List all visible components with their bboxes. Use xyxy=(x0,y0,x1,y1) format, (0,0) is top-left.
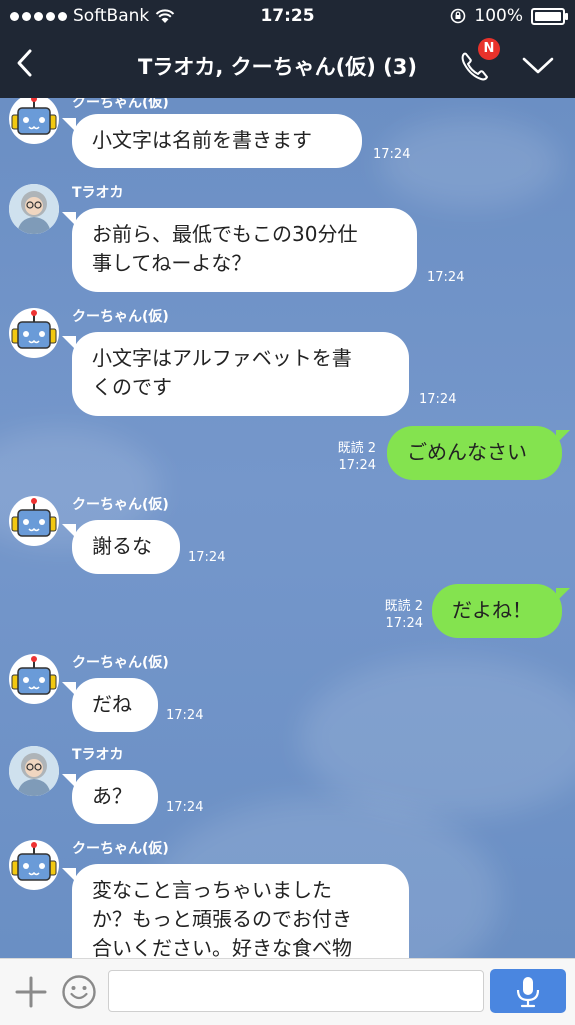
message-row: クーちゃん(仮) 謝るな 17:24 xyxy=(0,494,575,578)
plus-icon[interactable] xyxy=(14,975,48,1009)
microphone-icon xyxy=(516,977,540,1008)
back-icon[interactable] xyxy=(10,46,44,80)
avatar[interactable] xyxy=(9,496,59,546)
message-time: 17:24 xyxy=(385,616,423,631)
avatar[interactable] xyxy=(9,308,59,358)
message-input-bar xyxy=(0,958,575,1025)
message-row: Tラオカ あ？ 17:24 xyxy=(0,744,575,828)
message-row: Tラオカ お前ら、最低でもこの30分仕 事してねーよな？ 17:24 xyxy=(0,182,575,294)
avatar[interactable] xyxy=(9,184,59,234)
message-bubble[interactable]: あ？ xyxy=(72,770,158,824)
chat-title: Tラオカ, クーちゃん(仮) (3) xyxy=(138,55,417,79)
robot-avatar-icon xyxy=(11,310,57,349)
smiley-icon[interactable] xyxy=(61,974,97,1010)
bubble-tail xyxy=(556,588,570,602)
message-bubble[interactable]: 変なこと言っちゃいました か？もっと頑張るのでお付き 合いください。好きな食べ物 xyxy=(72,864,409,958)
battery-percent: 100% xyxy=(474,6,523,26)
bubble-tail xyxy=(556,430,570,444)
message-time: 17:24 xyxy=(419,392,457,407)
person-avatar-icon xyxy=(9,184,59,234)
sender-name: クーちゃん(仮) xyxy=(72,655,169,671)
status-bar: SoftBank 17:25 100% xyxy=(0,0,575,32)
message-time: 17:24 xyxy=(188,550,226,565)
message-time: 17:24 xyxy=(373,147,411,162)
read-receipt: 既読 2 xyxy=(337,441,376,456)
message-row: クーちゃん(仮) 小文字は名前を書きます 17:24 xyxy=(0,98,575,178)
message-row: クーちゃん(仮) だね 17:24 xyxy=(0,652,575,736)
chat-header: Tラオカ, クーちゃん(仮) (3) N xyxy=(0,32,575,98)
robot-avatar-icon xyxy=(11,498,57,537)
message-bubble[interactable]: 小文字は名前を書きます xyxy=(72,114,362,168)
microphone-button[interactable] xyxy=(490,969,566,1013)
message-time: 17:24 xyxy=(338,458,376,473)
battery-icon xyxy=(531,7,568,25)
sender-name: クーちゃん(仮) xyxy=(72,98,169,111)
message-time: 17:24 xyxy=(427,270,465,285)
message-bubble-mine[interactable]: だよね！ xyxy=(432,584,562,638)
sender-name: Tラオカ xyxy=(72,747,124,763)
message-bubble[interactable]: だね xyxy=(72,678,158,732)
status-right: 100% xyxy=(450,6,568,26)
avatar[interactable] xyxy=(9,746,59,796)
sender-name: クーちゃん(仮) xyxy=(72,309,169,325)
chat-area[interactable]: クーちゃん(仮) 小文字は名前を書きます 17:24 Tラオカ お前ら、最低でも… xyxy=(0,98,575,958)
message-row: クーちゃん(仮) 小文字はアルファベットを書 くのです 17:24 xyxy=(0,306,575,418)
message-input[interactable] xyxy=(108,970,484,1012)
message-bubble[interactable]: 小文字はアルファベットを書 くのです xyxy=(72,332,409,416)
rotation-lock-icon xyxy=(451,8,466,24)
avatar[interactable] xyxy=(9,654,59,704)
robot-avatar-icon xyxy=(11,842,57,881)
message-bubble-mine[interactable]: ごめんなさい xyxy=(387,426,562,480)
message-time: 17:24 xyxy=(166,708,204,723)
sender-name: クーちゃん(仮) xyxy=(72,497,169,513)
chevron-down-icon[interactable] xyxy=(520,50,556,80)
avatar[interactable] xyxy=(9,840,59,890)
sender-name: クーちゃん(仮) xyxy=(72,841,169,857)
message-bubble[interactable]: お前ら、最低でもこの30分仕 事してねーよな？ xyxy=(72,208,417,292)
read-receipt: 既読 2 xyxy=(384,599,423,614)
message-row: 既読 2 17:24 ごめんなさい xyxy=(0,424,575,480)
avatar[interactable] xyxy=(9,98,59,144)
message-row: 既読 2 17:24 だよね！ xyxy=(0,582,575,638)
message-time: 17:24 xyxy=(166,800,204,815)
message-bubble[interactable]: 謝るな xyxy=(72,520,180,574)
robot-avatar-icon xyxy=(11,656,57,695)
person-avatar-icon xyxy=(9,746,59,796)
robot-avatar-icon xyxy=(11,98,57,135)
message-row: クーちゃん(仮) 変なこと言っちゃいました か？もっと頑張るのでお付き 合いくだ… xyxy=(0,838,575,958)
call-badge: N xyxy=(478,38,500,60)
sender-name: Tラオカ xyxy=(72,185,124,201)
